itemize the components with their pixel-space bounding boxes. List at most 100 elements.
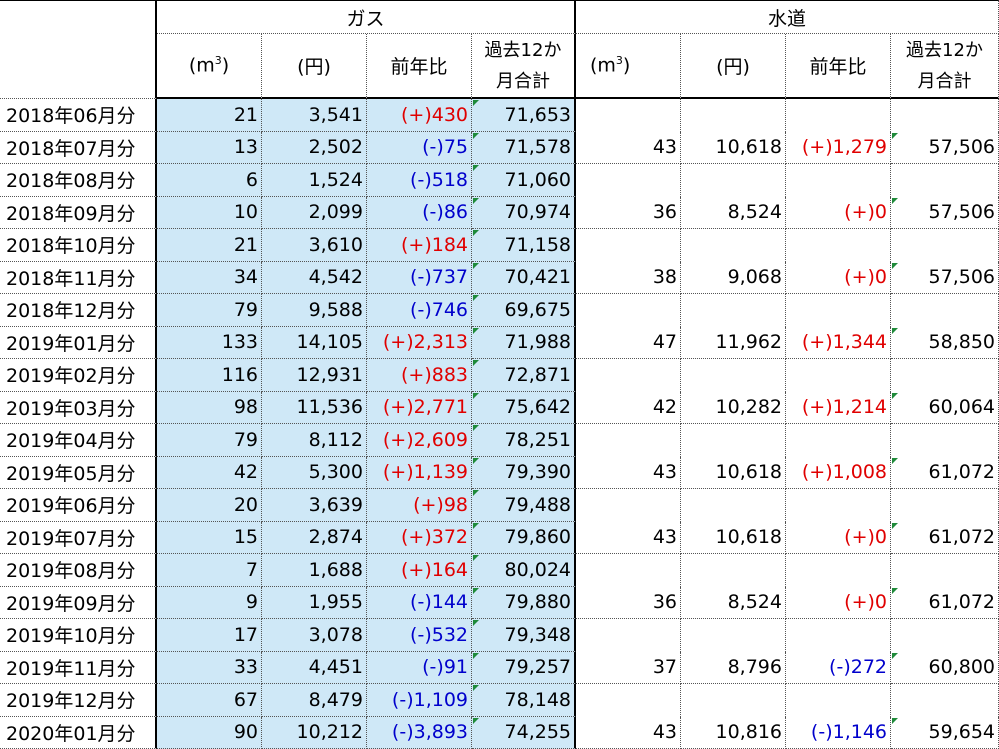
gas-yoy-cell[interactable]: (+)1,139 [367,456,472,489]
water-12m-cell[interactable] [891,359,999,392]
gas-12m-cell[interactable]: 71,158 [472,229,576,262]
gas-m3-cell[interactable]: 116 [157,359,262,392]
water-m3-cell[interactable] [576,489,681,522]
gas-yoy-cell[interactable]: (+)164 [367,554,472,587]
water-yen-cell[interactable] [681,554,786,587]
water-12m-cell[interactable] [891,424,999,457]
water-yoy-header[interactable]: 前年比 [786,34,891,99]
gas-12m-cell[interactable]: 79,257 [472,651,576,684]
water-yoy-cell[interactable] [786,554,891,587]
gas-12m-cell[interactable]: 69,675 [472,294,576,327]
month-cell[interactable]: 2019年02月分 [0,359,157,392]
gas-12m-cell[interactable]: 79,390 [472,456,576,489]
water-m3-cell[interactable] [576,554,681,587]
water-yen-cell[interactable]: 8,796 [681,651,786,684]
gas-12m-cell[interactable]: 71,988 [472,326,576,359]
water-yen-cell[interactable] [681,619,786,652]
gas-m3-cell[interactable]: 7 [157,554,262,587]
water-yen-cell[interactable]: 9,068 [681,261,786,294]
water-yen-cell[interactable]: 8,524 [681,196,786,229]
month-cell[interactable]: 2019年03月分 [0,391,157,424]
gas-12m-cell[interactable]: 75,642 [472,391,576,424]
water-yoy-cell[interactable]: (-)1,146 [786,716,891,749]
water-12m-cell[interactable] [891,554,999,587]
gas-m3-cell[interactable]: 90 [157,716,262,749]
gas-12m-cell[interactable]: 78,148 [472,684,576,717]
month-cell[interactable]: 2019年07月分 [0,521,157,554]
gas-m3-cell[interactable]: 6 [157,164,262,197]
water-12m-cell[interactable] [891,294,999,327]
gas-yoy-cell[interactable]: (-)91 [367,651,472,684]
water-yen-cell[interactable] [681,489,786,522]
gas-12m-cell[interactable]: 71,060 [472,164,576,197]
water-yoy-cell[interactable] [786,294,891,327]
month-cell[interactable]: 2019年01月分 [0,326,157,359]
water-12m-cell[interactable]: 61,072 [891,521,999,554]
gas-group-header[interactable]: ガス [157,0,576,34]
gas-yoy-cell[interactable]: (+)2,313 [367,326,472,359]
gas-yen-cell[interactable]: 11,536 [262,391,367,424]
water-12m-cell[interactable]: 60,064 [891,391,999,424]
gas-yoy-cell[interactable]: (-)532 [367,619,472,652]
gas-yen-cell[interactable]: 4,542 [262,261,367,294]
water-yoy-cell[interactable] [786,359,891,392]
gas-yoy-cell[interactable]: (-)86 [367,196,472,229]
gas-yoy-cell[interactable]: (+)2,771 [367,391,472,424]
water-yoy-cell[interactable]: (+)1,008 [786,456,891,489]
water-12m-header[interactable]: 過去12か 月合計 [891,34,999,99]
gas-yoy-cell[interactable]: (+)184 [367,229,472,262]
water-yen-cell[interactable]: 10,282 [681,391,786,424]
gas-12m-cell[interactable]: 71,578 [472,131,576,164]
gas-yoy-cell[interactable]: (-)746 [367,294,472,327]
water-yen-cell[interactable] [681,684,786,717]
gas-m3-cell[interactable]: 79 [157,294,262,327]
gas-12m-cell[interactable]: 79,860 [472,521,576,554]
water-yen-cell[interactable] [681,99,786,132]
water-m3-cell[interactable] [576,359,681,392]
water-yoy-cell[interactable] [786,99,891,132]
month-cell[interactable]: 2018年08月分 [0,164,157,197]
gas-yoy-cell[interactable]: (-)1,109 [367,684,472,717]
water-m3-cell[interactable] [576,619,681,652]
water-yoy-cell[interactable] [786,684,891,717]
gas-yen-cell[interactable]: 4,451 [262,651,367,684]
water-yen-cell[interactable]: 10,618 [681,456,786,489]
gas-m3-cell[interactable]: 10 [157,196,262,229]
water-yoy-cell[interactable] [786,164,891,197]
water-m3-cell[interactable]: 43 [576,521,681,554]
water-yoy-cell[interactable]: (+)0 [786,521,891,554]
water-yoy-cell[interactable]: (+)1,279 [786,131,891,164]
gas-12m-cell[interactable]: 72,871 [472,359,576,392]
corner-cell[interactable] [0,0,157,99]
gas-yen-cell[interactable]: 1,955 [262,586,367,619]
gas-m3-cell[interactable]: 21 [157,229,262,262]
water-m3-cell[interactable]: 37 [576,651,681,684]
gas-12m-cell[interactable]: 79,880 [472,586,576,619]
gas-yen-cell[interactable]: 3,078 [262,619,367,652]
gas-yoy-cell[interactable]: (-)144 [367,586,472,619]
gas-12m-cell[interactable]: 80,024 [472,554,576,587]
water-yoy-cell[interactable] [786,229,891,262]
water-yen-cell[interactable]: 8,524 [681,586,786,619]
gas-m3-cell[interactable]: 34 [157,261,262,294]
water-m3-cell[interactable]: 43 [576,716,681,749]
gas-yoy-cell[interactable]: (+)98 [367,489,472,522]
gas-m3-cell[interactable]: 79 [157,424,262,457]
water-yoy-cell[interactable]: (+)0 [786,586,891,619]
month-cell[interactable]: 2019年08月分 [0,554,157,587]
water-group-header[interactable]: 水道 [576,0,999,34]
gas-yen-cell[interactable]: 9,588 [262,294,367,327]
gas-12m-cell[interactable]: 70,421 [472,261,576,294]
water-yen-cell[interactable] [681,359,786,392]
water-yen-cell[interactable] [681,229,786,262]
gas-m3-cell[interactable]: 13 [157,131,262,164]
gas-yen-cell[interactable]: 5,300 [262,456,367,489]
gas-m3-cell[interactable]: 67 [157,684,262,717]
water-12m-cell[interactable]: 58,850 [891,326,999,359]
gas-m3-cell[interactable]: 42 [157,456,262,489]
gas-yoy-cell[interactable]: (-)75 [367,131,472,164]
water-m3-cell[interactable] [576,424,681,457]
month-cell[interactable]: 2019年12月分 [0,684,157,717]
water-m3-cell[interactable]: 43 [576,456,681,489]
gas-yoy-cell[interactable]: (+)430 [367,99,472,132]
